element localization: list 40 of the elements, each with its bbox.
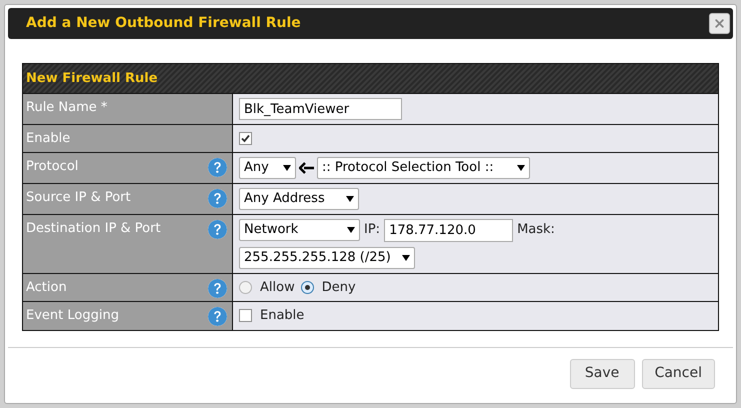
checkbox-label: Enable <box>260 307 304 325</box>
protocol-tool-select[interactable]: :: Protocol Selection Tool :: <box>317 156 530 178</box>
rule-name-field[interactable]: Blk_TeamViewer <box>239 98 402 120</box>
close-button[interactable] <box>709 13 730 34</box>
mask-label: Mask: <box>517 221 555 240</box>
section-title: New Firewall Rule <box>26 70 158 88</box>
ip-field[interactable]: 178.77.120.0 <box>384 218 514 242</box>
destination-type-select[interactable]: Network <box>239 219 360 241</box>
field-label: Rule Name * <box>26 99 108 117</box>
radio-label: Allow <box>260 278 295 296</box>
source-address-select[interactable]: Any Address <box>239 188 359 210</box>
dialog-button[interactable]: Cancel <box>642 358 715 388</box>
protocol-select[interactable]: Any <box>239 156 296 178</box>
help-icon[interactable] <box>208 307 227 326</box>
field-label: Event Logging <box>26 307 119 325</box>
field-label: Enable <box>26 130 70 148</box>
caret-icon <box>346 196 354 202</box>
field-label: Protocol <box>26 158 78 176</box>
caret-icon <box>517 164 525 170</box>
caret-icon <box>283 164 291 170</box>
arrow-left-icon <box>299 162 314 174</box>
help-icon[interactable] <box>208 158 227 176</box>
radio-label: Deny <box>322 278 356 296</box>
radio-button[interactable] <box>300 280 314 294</box>
caret-icon <box>347 227 355 233</box>
checkbox[interactable] <box>239 132 252 145</box>
dialog-title: Add a New Outbound Firewall Rule <box>26 14 301 33</box>
dialog-button[interactable]: Save <box>570 358 635 388</box>
help-icon[interactable] <box>208 188 227 208</box>
help-icon[interactable] <box>208 278 227 298</box>
field-label: Source IP & Port <box>26 188 131 206</box>
checkbox[interactable] <box>239 309 252 322</box>
radio-button[interactable] <box>239 280 252 294</box>
help-icon[interactable] <box>208 220 227 238</box>
field-label: Destination IP & Port <box>26 220 161 238</box>
mask-select[interactable]: 255.255.255.128 (/25) <box>239 246 415 268</box>
ip-label: IP: <box>364 221 380 240</box>
caret-icon <box>402 254 410 260</box>
close-icon <box>713 17 726 30</box>
field-label: Action <box>26 278 67 296</box>
